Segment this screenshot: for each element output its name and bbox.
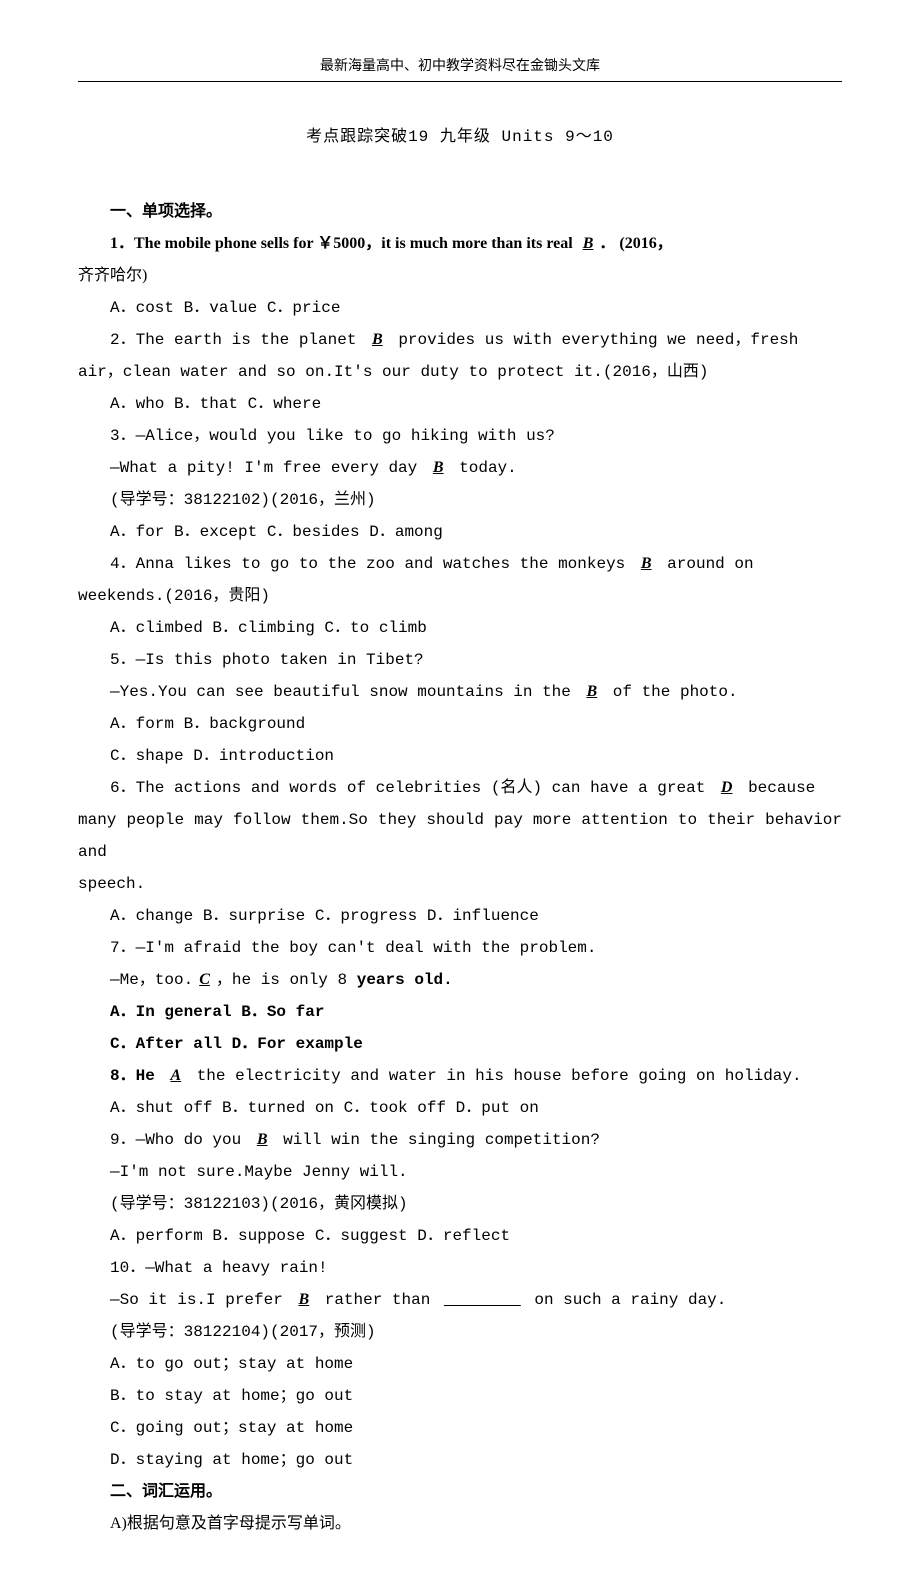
question-8-line1: 8．He A the electricity and water in his … [78,1060,842,1092]
question-6-options: A．change B．surprise C．progress D．influen… [78,900,842,932]
question-10-option-d: D．staying at home；go out [78,1444,842,1476]
document-title: 考点跟踪突破19 九年级 Units 9～10 [78,122,842,146]
q6-text-a: 6．The actions and words of celebrities (… [110,779,715,797]
question-5-options-1: A．form B．background [78,708,842,740]
q8-answer: A [164,1067,187,1084]
q6-text-b: because [738,779,815,797]
q10-text-d: on such a rainy day. [525,1291,727,1309]
q9-text-a: 9．—Who do you [110,1131,251,1149]
question-10-option-b: B．to stay at home；go out [78,1380,842,1412]
question-7-options-1: A．In general B．So far [78,996,842,1028]
question-8-options: A．shut off B．turned on C．took off D．put … [78,1092,842,1124]
question-9-line2: —I'm not sure.Maybe Jenny will. [78,1156,842,1188]
q3-answer: B [427,459,450,476]
q5-text-b: —Yes.You can see beautiful snow mountain… [110,683,580,701]
question-6-line3: speech. [78,868,842,900]
q8-pre: 8．He [110,1067,164,1085]
question-10-line3: (导学号：38122104)(2017，预测) [78,1316,842,1348]
q4-text-b: around on [658,555,754,573]
q1-text-a: 1．The mobile phone sells for ￥5000，it is… [110,235,577,252]
question-5-line1: 5．—Is this photo taken in Tibet? [78,644,842,676]
question-5-options-2: C．shape D．introduction [78,740,842,772]
q7-text-b: —Me，too. [110,971,193,989]
q2-text-a: 2．The earth is the planet [110,331,366,349]
q8-text-a: the electricity and water in his house b… [187,1067,802,1085]
page-header: 最新海量高中、初中教学资料尽在金锄头文库 [78,55,842,82]
q10-blank [440,1291,525,1309]
q5-answer: B [580,683,603,700]
q3-text-b: —What a pity! I'm free every day [110,459,427,477]
question-9-options: A．perform B．suppose C．suggest D．reflect [78,1220,842,1252]
question-10-line2: —So it is.I prefer B rather than on such… [78,1284,842,1316]
q4-text-a: 4．Anna likes to go to the zoo and watche… [110,555,635,573]
question-4-line2: weekends.(2016，贵阳) [78,580,842,612]
question-2-line2: air，clean water and so on.It's our duty … [78,356,842,388]
q10-text-c: rather than [315,1291,440,1309]
question-10-option-c: C．going out；stay at home [78,1412,842,1444]
q2-text-b: provides us with everything we need，fres… [389,331,799,349]
document-page: 最新海量高中、初中教学资料尽在金锄头文库 考点跟踪突破19 九年级 Units … [0,0,920,1580]
q7-answer: C [193,971,216,988]
question-4-options: A．climbed B．climbing C．to climb [78,612,842,644]
q9-answer: B [251,1131,274,1148]
q10-answer: B [292,1291,315,1308]
question-7-line1: 7．—I'm afraid the boy can't deal with th… [78,932,842,964]
q3-text-c: today. [450,459,517,477]
question-4-line1: 4．Anna likes to go to the zoo and watche… [78,548,842,580]
q10-text-b: —So it is.I prefer [110,1291,292,1309]
question-7-line2: —Me，too.C，he is only 8 years old. [78,964,842,996]
question-6-line2: many people may follow them.So they shou… [78,804,842,868]
section-2-subtitle: A)根据句意及首字母提示写单词。 [78,1508,842,1540]
question-9-line3: (导学号：38122103)(2016，黄冈模拟) [78,1188,842,1220]
q1-answer: B [577,235,600,252]
question-1-line2: 齐齐哈尔) [78,260,842,292]
question-1-line1: 1．The mobile phone sells for ￥5000，it is… [78,228,842,260]
question-5-line2: —Yes.You can see beautiful snow mountain… [78,676,842,708]
question-10-option-a: A．to go out；stay at home [78,1348,842,1380]
question-6-line1: 6．The actions and words of celebrities (… [78,772,842,804]
question-3-line1: 3．—Alice，would you like to go hiking wit… [78,420,842,452]
q1-text-b: ． (2016， [599,235,672,252]
question-2-line1: 2．The earth is the planet B provides us … [78,324,842,356]
question-3-line3: (导学号：38122102)(2016，兰州) [78,484,842,516]
section-1-title: 一、单项选择。 [78,196,842,228]
question-3-options: A．for B．except C．besides D．among [78,516,842,548]
q5-text-c: of the photo. [603,683,737,701]
question-2-options: A．who B．that C．where [78,388,842,420]
q2-answer: B [366,331,389,348]
q7-text-c: ，he is only 8 [216,971,357,989]
q6-answer: D [715,779,739,796]
question-3-line2: —What a pity! I'm free every day B today… [78,452,842,484]
question-7-options-2: C．After all D．For example [78,1028,842,1060]
question-10-line1: 10．—What a heavy rain! [78,1252,842,1284]
q4-answer: B [635,555,658,572]
q7-bold: years old. [357,971,453,989]
q9-text-b: will win the singing competition? [274,1131,600,1149]
document-content: 一、单项选择。 1．The mobile phone sells for ￥50… [78,196,842,1540]
question-1-options: A．cost B．value C．price [78,292,842,324]
section-2-title: 二、词汇运用。 [78,1476,842,1508]
question-9-line1: 9．—Who do you B will win the singing com… [78,1124,842,1156]
